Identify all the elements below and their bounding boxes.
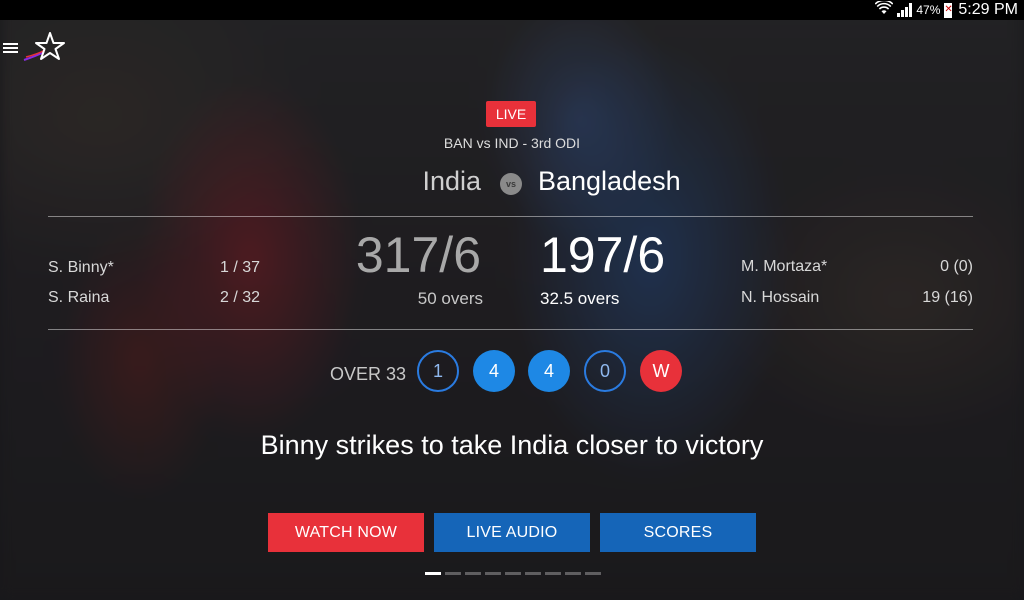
page-dot[interactable] (485, 572, 501, 575)
team-right-score: 197/6 (540, 227, 666, 283)
player-figures: 0 (0) (940, 258, 973, 275)
page-dot[interactable] (505, 572, 521, 575)
wifi-icon (875, 0, 894, 19)
player-name: N. Hossain (741, 289, 820, 306)
team-left-name: India (422, 166, 481, 196)
star-logo-icon (22, 30, 68, 64)
over-label: OVER 33 (329, 364, 406, 384)
team-right-overs: 32.5 overs (540, 289, 620, 308)
ball-run: 0 (584, 350, 626, 392)
scores-button[interactable]: SCORES (600, 513, 756, 552)
watch-now-button[interactable]: WATCH NOW (268, 513, 424, 552)
vs-icon: vs (500, 173, 522, 195)
player-name: S. Binny* (48, 259, 114, 276)
team-left-overs: 50 overs (417, 289, 483, 308)
page-dot[interactable] (585, 572, 601, 575)
player-name: M. Mortaza* (741, 258, 828, 275)
player-figures: 2 / 32 (219, 289, 260, 306)
battery-icon (944, 2, 953, 18)
page-indicator (425, 572, 601, 575)
page-dot[interactable] (465, 572, 481, 575)
status-bar: 47% 5:29 PM (0, 0, 1024, 20)
player-figures: 19 (16) (922, 289, 973, 306)
hamburger-menu-icon[interactable] (3, 43, 18, 55)
live-audio-button[interactable]: LIVE AUDIO (434, 513, 590, 552)
page-dot[interactable] (525, 572, 541, 575)
page-dot[interactable] (545, 572, 561, 575)
team-right-name: Bangladesh (538, 166, 681, 196)
ball-run: 1 (417, 350, 459, 392)
background-overlay (0, 0, 1024, 600)
divider-top (48, 216, 973, 217)
divider-bottom (48, 329, 973, 330)
ball-wicket: W (640, 350, 682, 392)
ball-boundary: 4 (473, 350, 515, 392)
clock: 5:29 PM (958, 1, 1018, 18)
match-title: BAN vs IND - 3rd ODI (443, 135, 581, 151)
signal-strength-icon (897, 3, 913, 17)
page-dot[interactable] (445, 572, 461, 575)
player-figures: 1 / 37 (219, 259, 260, 276)
ball-boundary: 4 (528, 350, 570, 392)
battery-percent: 47% (916, 3, 941, 17)
page-dot[interactable] (565, 572, 581, 575)
player-name: S. Raina (48, 289, 110, 306)
headline[interactable]: Binny strikes to take India closer to vi… (0, 430, 1024, 461)
page-dot[interactable] (425, 572, 441, 575)
live-badge: LIVE (486, 101, 536, 127)
team-left-score: 317/6 (355, 227, 481, 283)
